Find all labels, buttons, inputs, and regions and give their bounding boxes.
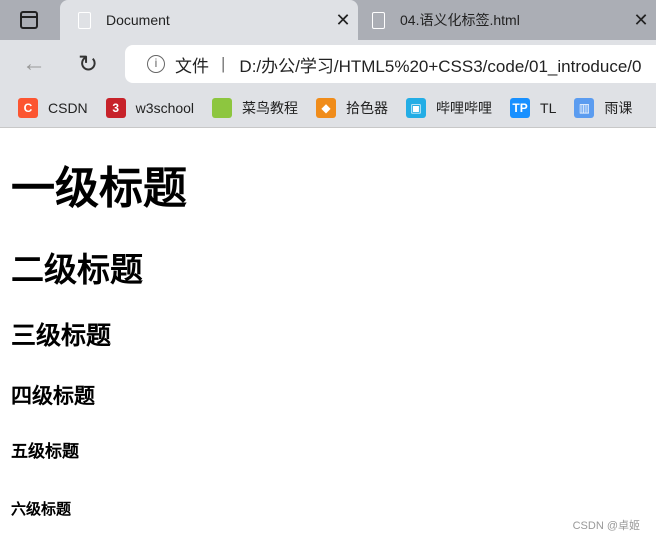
watermark: CSDN @卓姬	[572, 520, 640, 532]
heading-2: 二级标题	[11, 250, 143, 289]
heading-1: 一级标题	[11, 163, 187, 214]
back-icon[interactable]: ←	[22, 50, 46, 78]
heading-6: 六级标题	[11, 500, 72, 518]
file-label: 文件	[175, 56, 209, 76]
bookmark-item[interactable]: C CSDN	[18, 97, 88, 118]
info-icon[interactable]: i	[147, 55, 165, 73]
bookmarks-bar: C CSDN 3 w3school 菜鸟教程 ◆ 拾色器 ▣ 哔哩哔哩 TP TL ▥ 雨课	[0, 88, 656, 128]
heading-5: 五级标题	[11, 442, 79, 462]
bookmark-icon: ◆	[316, 97, 337, 118]
bookmark-item[interactable]: ▥ 雨课	[574, 97, 633, 118]
address-bar[interactable]: i 文件 | D:/办公/学习/HTML5%20+CSS3/code/01_in…	[125, 45, 656, 83]
bookmark-label: 雨课	[604, 99, 633, 116]
tab-title: Document	[106, 12, 170, 28]
bookmark-label: TL	[540, 99, 557, 116]
bookmark-label: CSDN	[48, 99, 88, 116]
bookmark-item[interactable]: ◆ 拾色器	[316, 97, 389, 118]
tab-document[interactable]: Document ✕	[60, 0, 358, 40]
bookmark-icon: 3	[105, 97, 126, 118]
bookmark-label: 菜鸟教程	[242, 99, 299, 116]
heading-3: 三级标题	[11, 321, 112, 350]
bookmark-icon: ▥	[574, 97, 595, 118]
bookmark-icon	[212, 97, 233, 118]
bookmark-icon: TP	[510, 97, 531, 118]
toolbar: ← ↻ i 文件 | D:/办公/学习/HTML5%20+CSS3/code/0…	[0, 40, 656, 88]
sidebar-toggle-icon[interactable]	[20, 11, 38, 29]
separator: |	[221, 54, 226, 73]
bookmark-item[interactable]: ▣ 哔哩哔哩	[406, 97, 493, 118]
bookmark-item[interactable]: TP TL	[510, 97, 557, 118]
bookmark-item[interactable]: 3 w3school	[105, 97, 195, 118]
bookmark-label: 拾色器	[346, 99, 389, 116]
url-text[interactable]: D:/办公/学习/HTML5%20+CSS3/code/01_introduce…	[239, 52, 641, 77]
file-icon	[372, 11, 385, 29]
close-icon[interactable]: ✕	[626, 10, 656, 31]
bookmark-label: 哔哩哔哩	[436, 99, 493, 116]
tab-title: 04.语义化标签.html	[400, 12, 520, 28]
close-icon[interactable]: ✕	[328, 10, 358, 31]
bookmark-icon: C	[18, 97, 38, 118]
bookmark-item[interactable]: 菜鸟教程	[212, 97, 299, 118]
reload-icon[interactable]: ↻	[78, 50, 98, 79]
bookmark-label: w3school	[135, 99, 195, 116]
bookmark-icon: ▣	[406, 97, 427, 118]
heading-4: 四级标题	[11, 384, 95, 408]
tab-semantic-tags[interactable]: 04.语义化标签.html ✕	[360, 0, 656, 40]
file-icon	[78, 11, 91, 29]
tab-bar: Document ✕ 04.语义化标签.html ✕	[0, 0, 656, 40]
